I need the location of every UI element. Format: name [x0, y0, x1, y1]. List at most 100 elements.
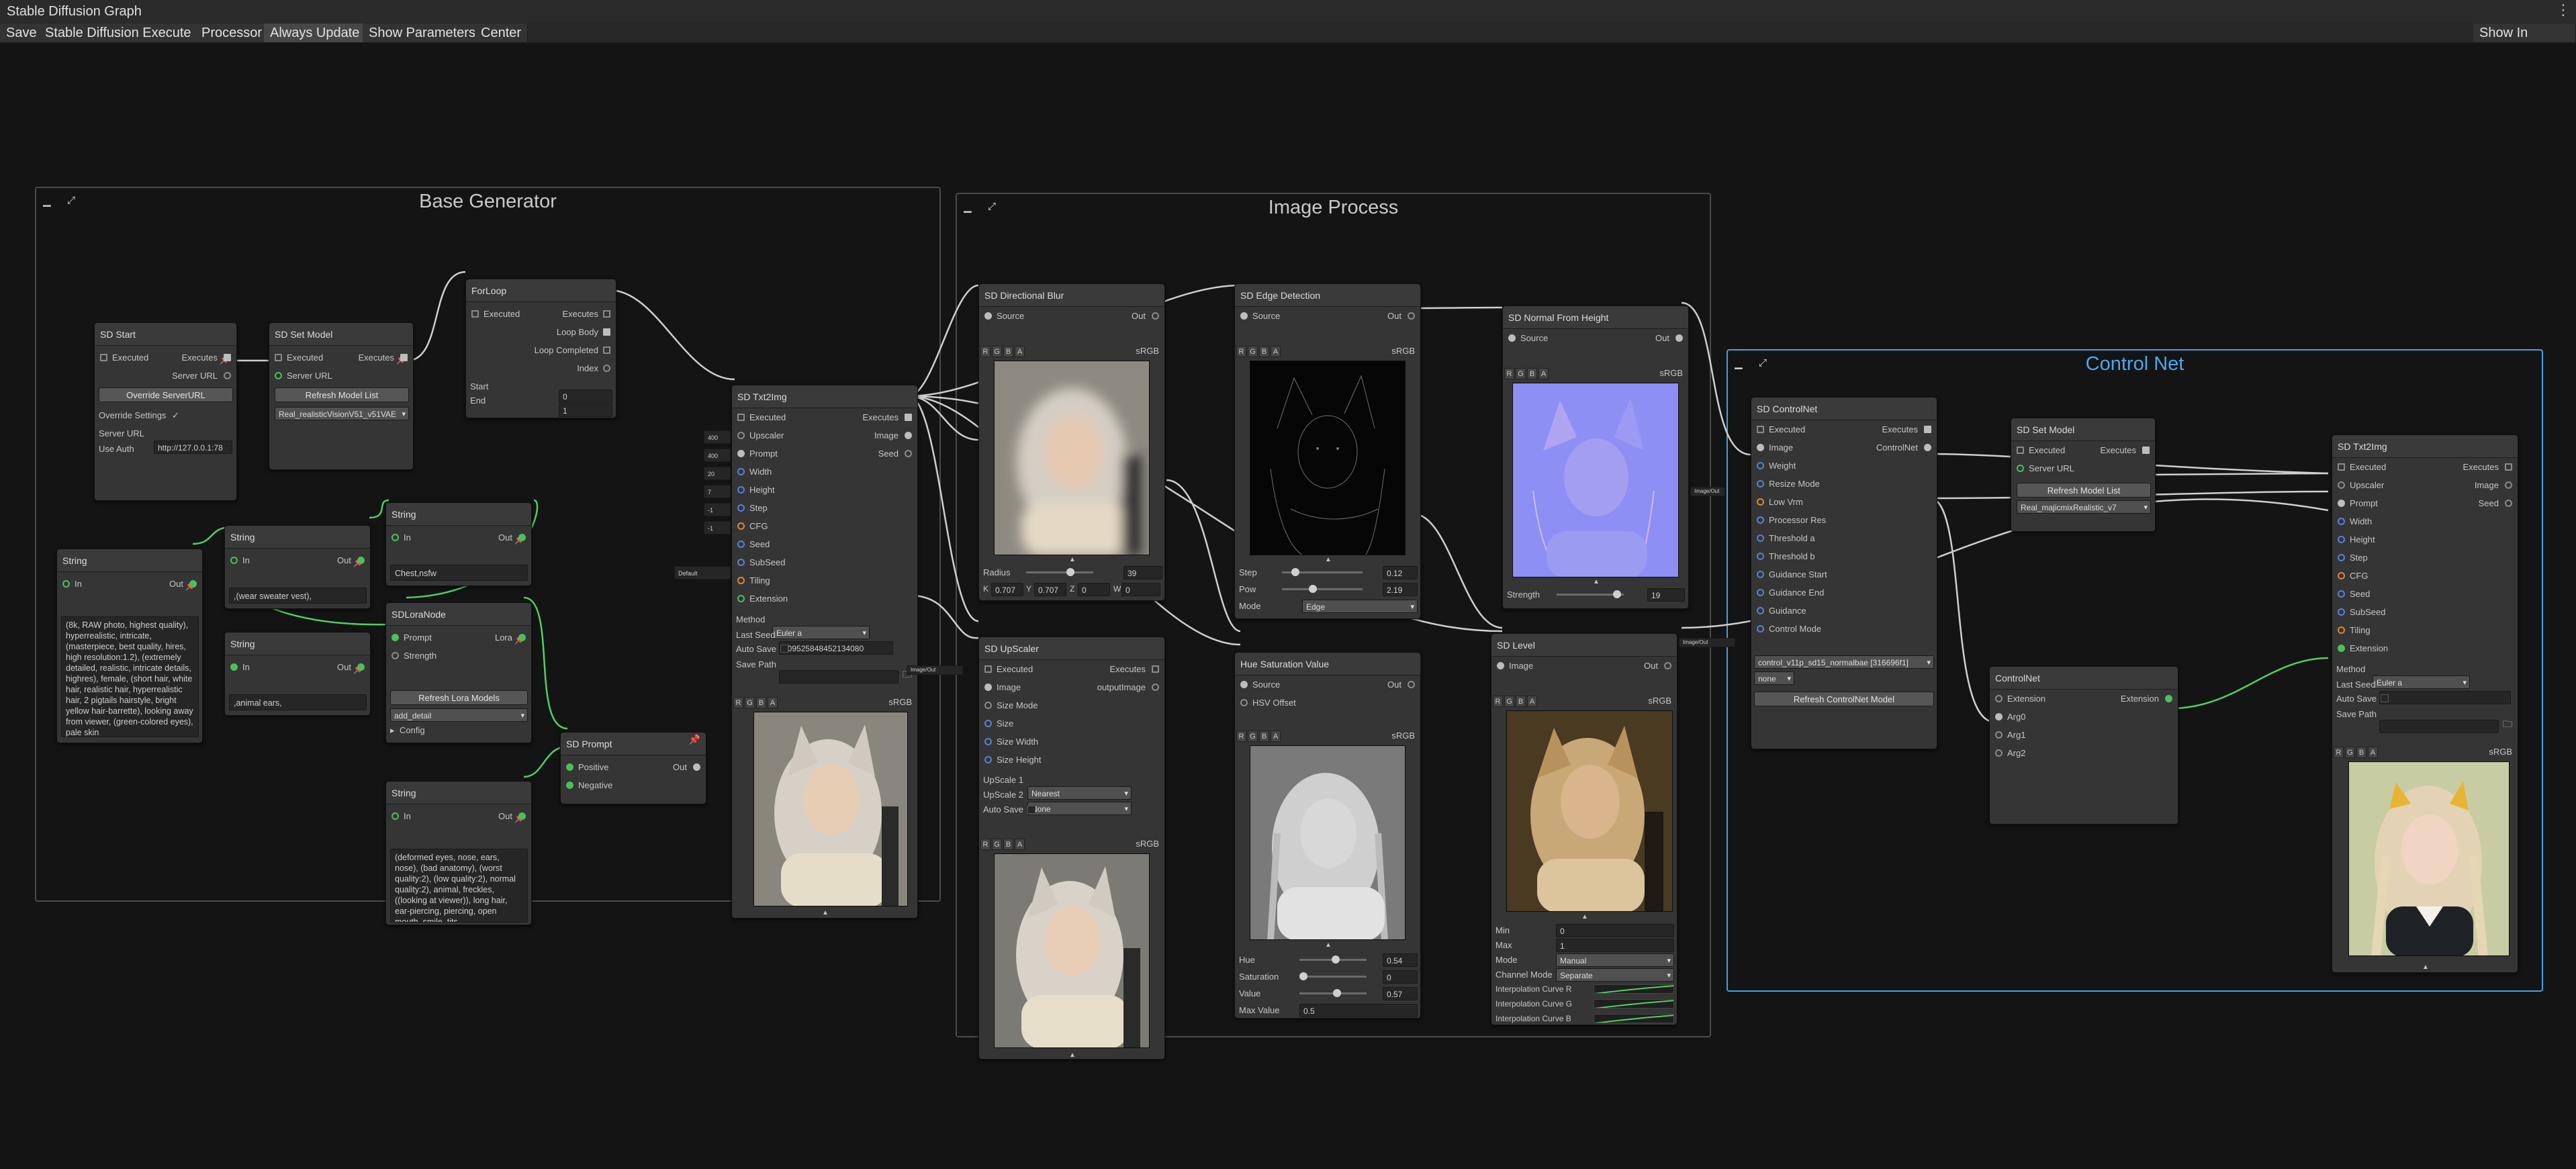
saturation-knob[interactable]	[1299, 972, 1307, 980]
cfg-value-chip[interactable]: 7	[704, 485, 731, 498]
channel-r-toggle[interactable]: R	[2334, 747, 2344, 758]
output-image-port[interactable]	[1152, 684, 1159, 691]
controlnet-out-port[interactable]	[1924, 444, 1931, 451]
channel-a-toggle[interactable]: A	[1538, 368, 1549, 379]
index-port[interactable]	[603, 365, 610, 372]
server-url-port[interactable]	[2017, 465, 2024, 472]
height-port[interactable]	[737, 486, 745, 494]
guidance-port[interactable]	[1757, 607, 1764, 614]
save-button[interactable]: Save	[0, 24, 44, 42]
channel-r-toggle[interactable]: R	[1236, 346, 1246, 357]
center-button[interactable]: Center	[475, 24, 528, 42]
string-textarea[interactable]: (8k, RAW photo, highest quality), hyperr…	[61, 616, 199, 737]
pow-field[interactable]: 2.19	[1383, 583, 1418, 596]
folder-icon[interactable]: 🗀	[2503, 717, 2512, 733]
executes-port[interactable]	[2142, 447, 2150, 454]
executes-port[interactable]	[1152, 665, 1159, 673]
extension-in-port[interactable]	[1995, 695, 2003, 702]
resize-handle-icon[interactable]: ▲	[1069, 556, 1076, 563]
source-port[interactable]	[1508, 334, 1516, 342]
executes-port[interactable]	[1924, 426, 1931, 433]
strength-slider[interactable]	[1557, 590, 1624, 598]
threshold-a-port[interactable]	[1757, 534, 1764, 542]
channel-r-toggle[interactable]: R	[1493, 696, 1503, 707]
executes-port[interactable]	[603, 310, 610, 318]
node-controlnet[interactable]: ControlNet Extension Extension Arg0 Arg1 …	[1989, 666, 2178, 825]
cfg-port[interactable]	[737, 522, 745, 530]
node-sd-directional-blur[interactable]: SD Directional Blur Source Out R G B AsRGB ▲…	[978, 283, 1165, 601]
channel-a-toggle[interactable]: A	[1271, 346, 1281, 357]
node-sd-set-model-2[interactable]: SD Set Model Executed Executes Server URL…	[2011, 418, 2156, 532]
saturation-slider[interactable]	[1299, 972, 1367, 980]
server-url-port[interactable]	[275, 372, 282, 379]
size-mode-port[interactable]	[984, 702, 992, 709]
out-port[interactable]	[357, 663, 365, 671]
string-textarea[interactable]: ,(wear sweater vest),	[229, 588, 367, 604]
pin-icon[interactable]: 📌	[689, 734, 700, 745]
node-sd-lora[interactable]: SDLoraNode 📌 PromptLora Strength Refresh…	[385, 602, 532, 743]
refresh-model-list-button[interactable]: Refresh Model List	[275, 387, 409, 402]
arg1-port[interactable]	[1995, 731, 2003, 739]
arg0-port[interactable]	[1995, 713, 2003, 720]
seed-value-chip[interactable]: -1	[704, 503, 731, 516]
channel-b-toggle[interactable]: B	[756, 697, 766, 708]
image-port[interactable]	[984, 684, 992, 691]
end-field[interactable]: 1	[559, 404, 612, 417]
resize-handle-icon[interactable]: ▲	[1325, 556, 1332, 563]
executed-port[interactable]	[100, 354, 107, 361]
execute-button[interactable]: Stable Diffusion Execute	[39, 24, 198, 42]
prompt-port[interactable]	[392, 634, 399, 641]
channel-a-toggle[interactable]: A	[1271, 731, 1281, 742]
prompt-port[interactable]	[2338, 500, 2345, 507]
source-port[interactable]	[984, 312, 992, 320]
out-port[interactable]	[518, 534, 526, 541]
channel-r-toggle[interactable]: R	[1236, 731, 1246, 742]
image-port[interactable]	[1497, 662, 1504, 669]
in-port[interactable]	[62, 580, 70, 588]
refresh-controlnet-model-button[interactable]: Refresh ControlNet Model	[1754, 692, 1934, 706]
node-sd-normal-from-height[interactable]: SD Normal From Height Source Out R G B AsRGB…	[1502, 306, 1689, 609]
height-port[interactable]	[2338, 536, 2345, 543]
value-slider[interactable]	[1299, 989, 1367, 997]
config-foldout-icon[interactable]: ▸	[390, 721, 395, 739]
out-port[interactable]	[1664, 662, 1671, 669]
image-port[interactable]	[1757, 444, 1764, 451]
channel-b-toggle[interactable]: B	[1259, 731, 1269, 742]
extension-value-chip[interactable]: Default	[674, 566, 731, 579]
executed-port[interactable]	[275, 354, 282, 361]
low-vrm-port[interactable]	[1757, 498, 1764, 506]
refresh-model-list-button[interactable]: Refresh Model List	[2017, 483, 2151, 498]
channel-r-toggle[interactable]: R	[980, 839, 991, 850]
height-value-chip[interactable]: 400	[704, 449, 731, 462]
save-path-field[interactable]	[779, 670, 899, 684]
channel-b-toggle[interactable]: B	[2356, 747, 2366, 758]
channel-b-toggle[interactable]: B	[1003, 839, 1013, 850]
hue-field[interactable]: 0.54	[1383, 953, 1418, 967]
radius-field[interactable]: 39	[1123, 566, 1162, 579]
extension-port[interactable]	[2338, 645, 2345, 652]
node-string-animal-ears[interactable]: String 📌 InOut ,animal ears,	[224, 632, 371, 716]
tiling-port[interactable]	[737, 577, 745, 584]
string-textarea[interactable]: (deformed eyes, nose, ears, nose), (bad …	[390, 849, 528, 923]
string-textarea[interactable]: Chest,nsfw	[390, 565, 528, 581]
cfg-port[interactable]	[2338, 572, 2345, 579]
size-height-port[interactable]	[984, 756, 992, 763]
node-string-positive[interactable]: String 📌 InOut (8k, RAW photo, highest q…	[56, 549, 203, 743]
executes-port[interactable]	[2505, 463, 2512, 471]
size-port[interactable]	[984, 720, 992, 727]
auto-save-checkbox[interactable]	[780, 645, 788, 653]
out-port[interactable]	[357, 557, 365, 564]
mode-dropdown[interactable]: Edge	[1302, 600, 1418, 613]
channel-g-toggle[interactable]: G	[2345, 747, 2355, 758]
channel-g-toggle[interactable]: G	[992, 346, 1002, 357]
save-path-field[interactable]	[2379, 720, 2499, 733]
executes-port[interactable]	[400, 354, 408, 361]
channel-a-toggle[interactable]: A	[2368, 747, 2378, 758]
show-parameters-button[interactable]: Show Parameters	[363, 24, 482, 42]
out-port[interactable]	[1408, 681, 1415, 688]
out-port[interactable]	[1152, 312, 1159, 320]
executed-port[interactable]	[1757, 426, 1764, 433]
max-value-field[interactable]: 0.5	[1299, 1004, 1418, 1017]
upscaler-port[interactable]	[2338, 481, 2345, 489]
max-field[interactable]: 1	[1556, 939, 1674, 952]
